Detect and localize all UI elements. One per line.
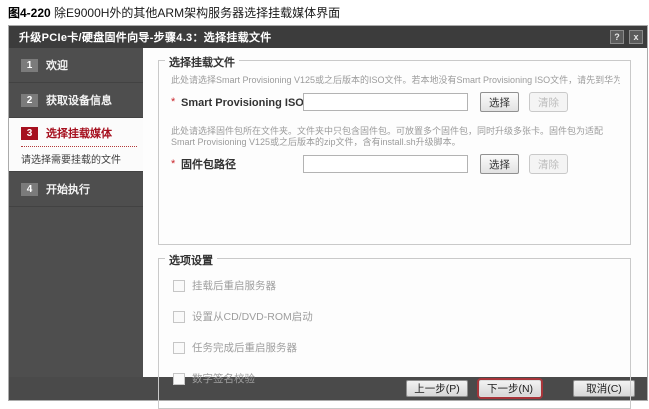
mount-file-group-legend: 选择挂载文件 xyxy=(165,54,239,70)
step-number-badge: 3 xyxy=(21,127,38,140)
iso-clear-button: 清除 xyxy=(529,92,568,112)
figure-caption-label: 图4-220 xyxy=(8,6,51,20)
option-settings-group: 选项设置 挂载后重启服务器设置从CD/DVD-ROM启动任务完成后重启服务器数字… xyxy=(158,258,631,409)
option-list: 挂载后重启服务器设置从CD/DVD-ROM启动任务完成后重启服务器数字签名校验 xyxy=(169,278,620,386)
option-label: 数字签名校验 xyxy=(192,371,255,386)
sidebar-step[interactable]: 1 欢迎 xyxy=(9,48,143,83)
step-number-badge: 4 xyxy=(21,183,38,196)
step-label: 获取设备信息 xyxy=(46,92,112,108)
wizard-steps: 1 欢迎 2 获取设备信息 3 选择挂载媒体请选择需要挂载的文件 4 开始执行 xyxy=(9,48,143,377)
step-number-badge: 2 xyxy=(21,94,38,107)
sidebar-step[interactable]: 2 获取设备信息 xyxy=(9,83,143,118)
step-label: 选择挂载媒体 xyxy=(46,125,112,141)
iso-file-label: Smart Provisioning ISO文件 xyxy=(181,94,303,110)
step-number-badge: 1 xyxy=(21,59,38,72)
required-asterisk: * xyxy=(169,158,181,170)
help-icon[interactable]: ? xyxy=(610,30,624,44)
upgrade-wizard-dialog: 升级PCIe卡/硬盘固件向导-步骤4.3：选择挂载文件 ? x 1 欢迎 2 获取设备… xyxy=(8,25,648,401)
firmware-hint-text: 此处请选择固件包所在文件夹。文件夹中只包含固件包。可放置多个固件包，同时升级多张… xyxy=(171,126,620,148)
dialog-titlebar: 升级PCIe卡/硬盘固件向导-步骤4.3：选择挂载文件 ? x xyxy=(9,26,647,48)
close-icon[interactable]: x xyxy=(629,30,643,44)
step-subtitle: 请选择需要挂载的文件 xyxy=(21,151,137,166)
option-checkbox xyxy=(173,373,185,385)
sidebar-step-row: 3 选择挂载媒体 xyxy=(21,125,137,141)
sidebar-step-active[interactable]: 3 选择挂载媒体请选择需要挂载的文件 xyxy=(9,118,143,172)
option-checkbox xyxy=(173,280,185,292)
iso-file-input[interactable] xyxy=(303,93,468,111)
firmware-path-input[interactable] xyxy=(303,155,468,173)
mount-file-group: 选择挂载文件 此处请选择Smart Provisioning V125或之后版本… xyxy=(158,60,631,245)
option-row: 任务完成后重启服务器 xyxy=(173,340,620,355)
required-asterisk: * xyxy=(169,96,181,108)
option-row: 挂载后重启服务器 xyxy=(173,278,620,293)
step-label: 开始执行 xyxy=(46,181,90,197)
group-spacer xyxy=(169,188,620,240)
dialog-body: 1 欢迎 2 获取设备信息 3 选择挂载媒体请选择需要挂载的文件 4 开始执行 选择挂载文件 … xyxy=(9,48,647,377)
option-checkbox xyxy=(173,342,185,354)
dialog-content: 选择挂载文件 此处请选择Smart Provisioning V125或之后版本… xyxy=(143,48,647,377)
option-settings-legend: 选项设置 xyxy=(165,252,217,268)
option-label: 设置从CD/DVD-ROM启动 xyxy=(192,309,313,324)
iso-field-row: * Smart Provisioning ISO文件 选择 清除 xyxy=(169,92,620,112)
option-row: 设置从CD/DVD-ROM启动 xyxy=(173,309,620,324)
figure-caption-text: 除E9000H外的其他ARM架构服务器选择挂载媒体界面 xyxy=(54,6,340,20)
firmware-field-row: * 固件包路径 选择 清除 xyxy=(169,154,620,174)
iso-hint-text: 此处请选择Smart Provisioning V125或之后版本的ISO文件。… xyxy=(171,75,620,86)
option-label: 任务完成后重启服务器 xyxy=(192,340,297,355)
option-label: 挂载后重启服务器 xyxy=(192,278,276,293)
dialog-title: 升级PCIe卡/硬盘固件向导-步骤4.3：选择挂载文件 xyxy=(19,29,605,45)
firmware-clear-button: 清除 xyxy=(529,154,568,174)
iso-select-button[interactable]: 选择 xyxy=(480,92,519,112)
option-checkbox xyxy=(173,311,185,323)
option-row: 数字签名校验 xyxy=(173,371,620,386)
firmware-select-button[interactable]: 选择 xyxy=(480,154,519,174)
sidebar-step[interactable]: 4 开始执行 xyxy=(9,172,143,207)
step-dotted-divider xyxy=(21,146,137,147)
step-label: 欢迎 xyxy=(46,57,68,73)
figure-caption: 图4-220 除E9000H外的其他ARM架构服务器选择挂载媒体界面 xyxy=(8,4,340,21)
firmware-path-label: 固件包路径 xyxy=(181,156,303,172)
